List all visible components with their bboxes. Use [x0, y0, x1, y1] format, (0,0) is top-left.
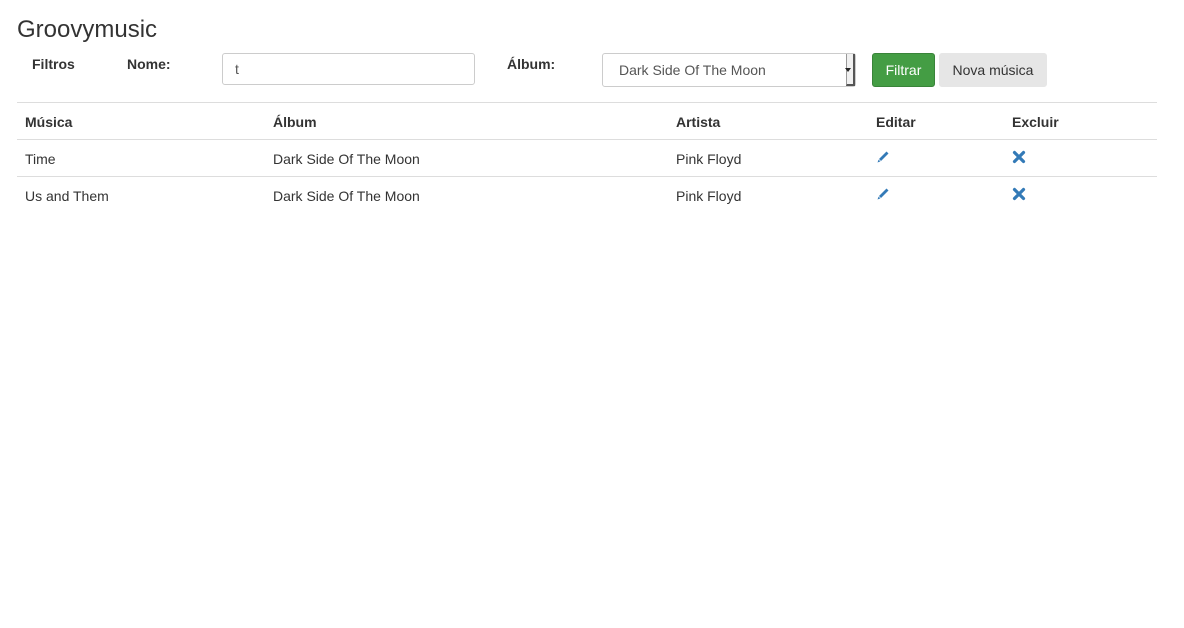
header-editar: Editar [876, 114, 916, 130]
row-divider [17, 176, 1157, 177]
cell-artista: Pink Floyd [676, 151, 742, 167]
table-top-border [17, 102, 1157, 103]
remove-icon[interactable] [1011, 149, 1027, 165]
header-album: Álbum [273, 114, 317, 130]
cell-musica: Us and Them [25, 188, 109, 204]
pencil-icon[interactable] [875, 149, 891, 165]
header-artista: Artista [676, 114, 721, 130]
name-label: Nome: [127, 56, 171, 72]
album-select-value: Dark Side Of The Moon [619, 62, 766, 78]
cell-artista: Pink Floyd [676, 188, 742, 204]
page-title: Groovymusic [17, 16, 158, 43]
dropdown-arrow-icon [845, 68, 851, 72]
cell-musica: Time [25, 151, 56, 167]
cell-album: Dark Side Of The Moon [273, 151, 420, 167]
album-select-dropdown-button[interactable] [845, 54, 855, 86]
row-divider [17, 139, 1157, 140]
cell-album: Dark Side Of The Moon [273, 188, 420, 204]
header-excluir: Excluir [1012, 114, 1059, 130]
new-song-button[interactable]: Nova música [939, 53, 1047, 87]
pencil-icon[interactable] [875, 186, 891, 202]
name-input[interactable] [222, 53, 475, 85]
album-select[interactable]: Dark Side Of The Moon [602, 53, 856, 87]
remove-icon[interactable] [1011, 186, 1027, 202]
filters-label: Filtros [32, 56, 75, 72]
header-musica: Música [25, 114, 73, 130]
filter-button[interactable]: Filtrar [872, 53, 935, 87]
album-label: Álbum: [507, 56, 556, 72]
